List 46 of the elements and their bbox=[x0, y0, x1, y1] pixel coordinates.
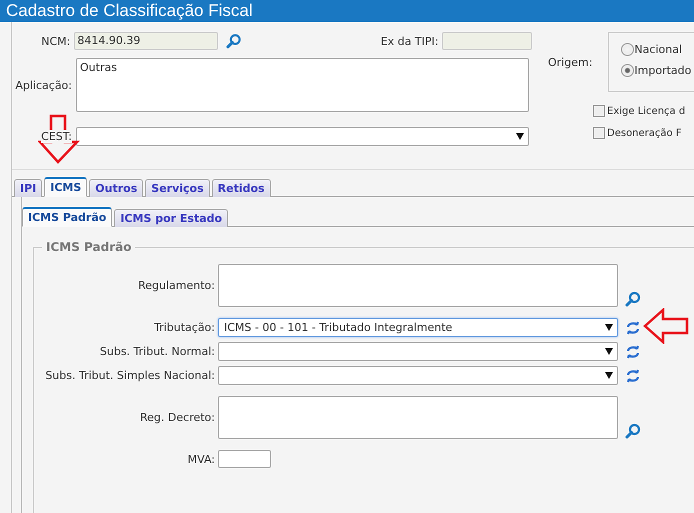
cest-select[interactable] bbox=[76, 127, 529, 146]
tab[interactable]: Retidos bbox=[212, 179, 271, 197]
window-title: Cadastro de Classificação Fiscal bbox=[0, 0, 694, 22]
refresh-icon[interactable] bbox=[625, 344, 641, 360]
refresh-icon[interactable] bbox=[625, 368, 641, 384]
field-label: Ex da TIPI: bbox=[380, 34, 438, 48]
ex-tipi-field[interactable] bbox=[442, 32, 532, 50]
ncm-field[interactable]: 8414.90.39 bbox=[74, 32, 218, 50]
tab[interactable]: ICMS bbox=[44, 177, 88, 197]
radio-option[interactable]: Nacional bbox=[621, 43, 694, 56]
annotation-arrow bbox=[38, 114, 80, 164]
aplicacao-field[interactable]: Outras bbox=[76, 58, 529, 112]
field-label: Subs. Tribut. Simples Nacional: bbox=[44, 369, 215, 382]
caret-icon bbox=[605, 348, 613, 355]
dropdown[interactable] bbox=[218, 342, 618, 361]
field-label: MVA: bbox=[186, 452, 215, 466]
tab[interactable]: Serviços bbox=[145, 179, 210, 197]
tab[interactable]: ICMS Padrão bbox=[22, 207, 112, 227]
annotation-arrow bbox=[643, 308, 689, 344]
text-area[interactable] bbox=[218, 396, 618, 439]
field-label: Regulamento: bbox=[137, 279, 215, 292]
dropdown[interactable] bbox=[218, 366, 618, 385]
caret-icon bbox=[516, 133, 524, 140]
fieldset-legend: ICMS Padrão bbox=[42, 240, 136, 254]
field-label: CEST: bbox=[41, 130, 72, 143]
checkbox-option[interactable]: Desoneração F bbox=[593, 127, 694, 139]
field-label: NCM: bbox=[40, 34, 70, 48]
search-icon[interactable] bbox=[625, 291, 641, 307]
text-area[interactable] bbox=[218, 264, 618, 307]
tab[interactable]: IPI bbox=[14, 179, 42, 197]
field-label: Origem: bbox=[548, 56, 592, 69]
tab[interactable]: Outros bbox=[89, 179, 144, 197]
refresh-icon[interactable] bbox=[625, 320, 641, 336]
search-icon[interactable] bbox=[226, 33, 242, 49]
dropdown[interactable]: ICMS - 00 - 101 - Tributado Integralmente bbox=[218, 318, 618, 337]
radio-option[interactable]: Importado bbox=[621, 64, 694, 77]
mva-field[interactable] bbox=[218, 450, 271, 468]
field-label: Aplicação: bbox=[14, 78, 72, 92]
caret-icon bbox=[605, 324, 613, 331]
caret-icon bbox=[605, 372, 613, 379]
search-icon[interactable] bbox=[625, 423, 641, 439]
field-label: Subs. Tribut. Normal: bbox=[98, 345, 215, 358]
field-label: Reg. Decreto: bbox=[139, 411, 215, 424]
checkbox-option[interactable]: Exige Licença d bbox=[593, 105, 694, 117]
tab[interactable]: ICMS por Estado bbox=[114, 209, 228, 227]
field-label: Tributação: bbox=[153, 321, 215, 334]
